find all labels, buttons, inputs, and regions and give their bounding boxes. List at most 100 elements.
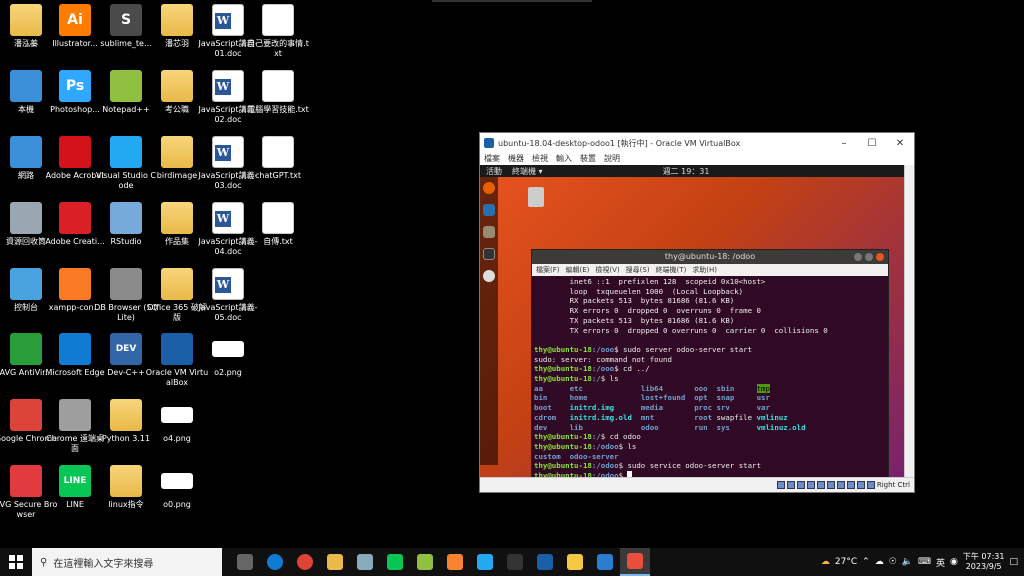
taskbar-app-snipping[interactable] bbox=[620, 548, 650, 576]
usb-icon[interactable] bbox=[816, 481, 825, 489]
tmenu-help[interactable]: 求助(H) bbox=[692, 265, 717, 275]
start-button[interactable] bbox=[0, 548, 32, 576]
trash-icon[interactable] bbox=[528, 187, 544, 207]
volume-icon[interactable]: 🔈 bbox=[902, 557, 913, 567]
optical-icon[interactable] bbox=[786, 481, 795, 489]
minimize-button[interactable]: – bbox=[830, 138, 858, 149]
menu-item-view[interactable]: 檢視 bbox=[532, 153, 548, 165]
firefox-icon[interactable] bbox=[483, 182, 495, 194]
taskbar-app-notepadpp[interactable] bbox=[410, 548, 440, 576]
terminal-line: inet6 ::1 prefixlen 128 scopeid 0x10<hos… bbox=[534, 277, 766, 286]
notification-icon[interactable]: □ bbox=[1009, 557, 1018, 567]
photoshop-icon: Ps bbox=[59, 70, 91, 102]
taskbar-app-vscode[interactable] bbox=[470, 548, 500, 576]
tmenu-terminal[interactable]: 終端機(T) bbox=[656, 265, 687, 275]
desktop-icon[interactable]: o0.png bbox=[145, 465, 209, 510]
taskbar-app-photo-viewer[interactable] bbox=[590, 548, 620, 576]
taskbar-search[interactable]: ⚲ 在這裡輸入文字來搜尋 bbox=[32, 548, 222, 576]
maximize-icon[interactable] bbox=[865, 253, 873, 261]
chrome-remote-icon bbox=[59, 399, 91, 431]
vbox-scrollbar[interactable] bbox=[904, 165, 914, 477]
ls-entry: bin bbox=[534, 393, 548, 403]
cpu-icon[interactable] bbox=[856, 481, 865, 489]
command: $ sudo server odoo-server start bbox=[614, 344, 753, 354]
desktop-icon[interactable]: chatGPT.txt bbox=[246, 136, 310, 181]
desktop-icon[interactable]: 電腦學習技能.txt bbox=[246, 70, 310, 115]
input-mode-icon[interactable]: ◉ bbox=[950, 557, 958, 567]
ls-entry: home bbox=[569, 393, 588, 403]
ls-entry: cdrom bbox=[534, 412, 557, 422]
minimize-icon[interactable] bbox=[854, 253, 862, 261]
maximize-button[interactable]: ☐ bbox=[858, 138, 886, 149]
guest-clock[interactable]: 週二 19：31 bbox=[663, 166, 710, 177]
shared-folder-icon[interactable] bbox=[826, 481, 835, 489]
desktop-icon[interactable]: JavaScript講義-05.doc bbox=[196, 268, 260, 323]
close-button[interactable]: ✕ bbox=[886, 138, 914, 149]
command: $ cd ../ bbox=[614, 364, 650, 374]
desktop-icon-label: 電腦學習技能.txt bbox=[247, 105, 309, 114]
menu-item-help[interactable]: 說明 bbox=[604, 153, 620, 165]
keyboard-icon[interactable]: ⌨ bbox=[918, 557, 931, 567]
taskbar-app-task-view[interactable] bbox=[230, 548, 260, 576]
network-tray-icon[interactable]: ☉ bbox=[889, 557, 897, 567]
folder-icon bbox=[161, 136, 193, 168]
ls-entry: etc bbox=[569, 383, 583, 393]
vscode-icon bbox=[477, 554, 493, 570]
desktop-icon[interactable]: 自傳.txt bbox=[246, 202, 310, 247]
close-icon[interactable] bbox=[876, 253, 884, 261]
show-hidden-icon[interactable]: ⌃ bbox=[862, 557, 870, 567]
ls-output-odoo: custom odoo-server bbox=[534, 451, 619, 461]
terminal-window[interactable]: thy@ubuntu-18: /odoo 檔案(F) 編輯(E) 檢視(V) 搜… bbox=[531, 249, 889, 489]
weather-temp[interactable]: 27°C bbox=[835, 557, 857, 567]
taskbar-app-python[interactable] bbox=[560, 548, 590, 576]
taskbar-app-photos[interactable] bbox=[350, 548, 380, 576]
desktop-icon[interactable]: o4.png bbox=[145, 399, 209, 444]
taskbar-app-sublime[interactable] bbox=[440, 548, 470, 576]
ls-entry: run bbox=[694, 422, 708, 432]
taskbar-app-virtualbox[interactable] bbox=[530, 548, 560, 576]
clock[interactable]: 下午 07:31 2023/9/5 bbox=[963, 552, 1005, 572]
guest-screen[interactable]: 活動 終端機 ▾ 週二 19：31 ▾ thy@ubuntu-18: /odoo bbox=[480, 165, 914, 489]
tmenu-edit[interactable]: 編輯(E) bbox=[566, 265, 590, 275]
taskbar-app-line[interactable] bbox=[380, 548, 410, 576]
desktop-icon[interactable]: o2.png bbox=[196, 333, 260, 378]
taskbar-app-file-explorer[interactable] bbox=[320, 548, 350, 576]
network-icon[interactable] bbox=[806, 481, 815, 489]
image-icon bbox=[161, 407, 193, 423]
activities-button[interactable]: 活動 bbox=[486, 166, 502, 177]
vbox-titlebar[interactable]: ubuntu-18.04-desktop-odoo1 [執行中] - Oracl… bbox=[480, 133, 914, 153]
recording-icon[interactable] bbox=[846, 481, 855, 489]
menu-item-input[interactable]: 輸入 bbox=[556, 153, 572, 165]
app-menu[interactable]: 終端機 ▾ bbox=[512, 166, 543, 177]
menu-item-machine[interactable]: 機器 bbox=[508, 153, 524, 165]
virtualbox-window[interactable]: ubuntu-18.04-desktop-odoo1 [執行中] - Oracl… bbox=[479, 132, 915, 493]
terminal-icon[interactable] bbox=[483, 248, 495, 260]
hdd-icon[interactable] bbox=[776, 481, 785, 489]
menu-item-file[interactable]: 檔案 bbox=[484, 153, 500, 165]
text-file-icon bbox=[262, 202, 294, 234]
onedrive-icon[interactable]: ☁ bbox=[875, 557, 884, 567]
ime-indicator[interactable]: 英 bbox=[936, 556, 945, 569]
audio-icon[interactable] bbox=[796, 481, 805, 489]
taskbar-app-edge[interactable] bbox=[260, 548, 290, 576]
terminal-window-controls[interactable] bbox=[854, 253, 884, 261]
prompt-path: :/ooo bbox=[591, 344, 615, 354]
database-icon bbox=[110, 268, 142, 300]
tmenu-view[interactable]: 檢視(V) bbox=[595, 265, 619, 275]
thunderbird-icon[interactable] bbox=[483, 204, 495, 216]
taskbar-app-chrome[interactable] bbox=[290, 548, 320, 576]
image-icon bbox=[161, 473, 193, 489]
weather-icon[interactable]: ☁ bbox=[821, 557, 830, 567]
desktop-icon[interactable]: 自己要改的事情.txt bbox=[246, 4, 310, 59]
menu-item-devices[interactable]: 裝置 bbox=[580, 153, 596, 165]
files-icon[interactable] bbox=[483, 226, 495, 238]
taskbar-app-terminal[interactable] bbox=[500, 548, 530, 576]
display-icon[interactable] bbox=[836, 481, 845, 489]
mouse-integration-icon[interactable] bbox=[866, 481, 875, 489]
tmenu-search[interactable]: 搜尋(S) bbox=[626, 265, 650, 275]
chrome-icon bbox=[297, 554, 313, 570]
settings-icon[interactable] bbox=[483, 270, 495, 282]
terminal-output[interactable]: inet6 ::1 prefixlen 128 scopeid 0x10<hos… bbox=[532, 276, 888, 482]
terminal-titlebar[interactable]: thy@ubuntu-18: /odoo bbox=[532, 250, 888, 264]
tmenu-file[interactable]: 檔案(F) bbox=[536, 265, 560, 275]
